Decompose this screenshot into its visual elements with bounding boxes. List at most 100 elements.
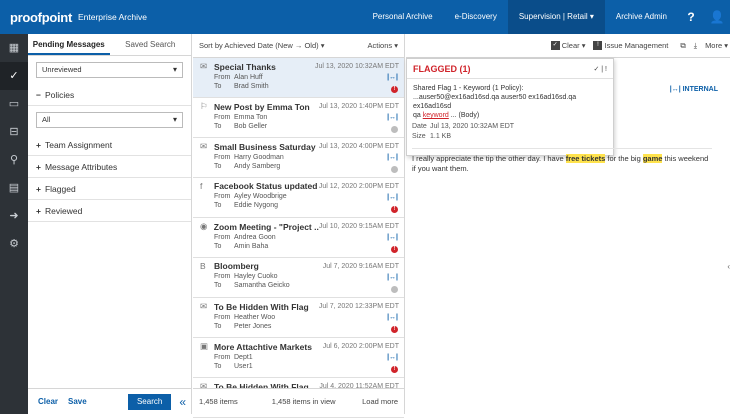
flag-keyword[interactable]: keyword — [423, 112, 449, 119]
alert-icon[interactable]: ! — [605, 66, 607, 73]
load-more-link[interactable]: Load more — [362, 397, 398, 406]
checkbox-icon: ✓ — [550, 41, 560, 51]
grid-icon[interactable]: ▦ — [0, 34, 28, 62]
policy-select[interactable]: All — [36, 112, 183, 128]
clipboard-icon[interactable]: ▤ — [0, 174, 28, 202]
message-row[interactable]: ⚐ New Post by Emma Ton Jul 13, 2020 1:40PM… — [193, 98, 404, 138]
nav-ediscovery[interactable]: e-Discovery — [444, 0, 508, 34]
more-dropdown[interactable]: More ▾ — [705, 41, 728, 50]
inbox-icon[interactable]: ⊟ — [0, 118, 28, 146]
to-label: To — [214, 243, 222, 250]
body-text-1: I really appreciate the tip the other da… — [412, 154, 566, 163]
highlight-term: game — [642, 154, 663, 163]
actions-dropdown[interactable]: Actions ▾ — [368, 41, 398, 50]
to-value: User1 — [234, 363, 253, 370]
clear-dropdown[interactable]: ✓ Clear ▾ — [550, 40, 586, 51]
message-from: From Harry Goodman — [200, 154, 399, 161]
tab-pending-messages[interactable]: Pending Messages — [28, 34, 110, 55]
from-value: Dept1 — [234, 354, 253, 361]
download-icon[interactable]: ⤓ — [694, 41, 697, 51]
message-to: To Bob Geller — [200, 123, 399, 130]
message-date: Jul 7, 2020 9:16AM EDT — [322, 262, 399, 270]
body-text-2: for the big — [605, 154, 643, 163]
issue-management-button[interactable]: ! Issue Management — [593, 41, 668, 51]
to-label: To — [214, 83, 222, 90]
help-icon[interactable]: ? — [678, 10, 704, 24]
status-dot: ! — [391, 246, 398, 253]
items-in-view: 1,458 items in view — [271, 397, 336, 406]
from-label: From — [214, 193, 231, 200]
nav-supervision[interactable]: Supervision | Retail ▾ — [507, 0, 605, 34]
search-button[interactable]: Search — [127, 393, 172, 410]
tab-saved-search[interactable]: Saved Search — [110, 34, 192, 55]
top-bar: proofpoint Enterprise Archive Personal A… — [0, 0, 730, 34]
message-row[interactable]: ◉ Zoom Meeting - "Project ... Jul 10, 2020… — [193, 218, 404, 258]
copy-icon[interactable]: ⧉ — [680, 41, 685, 51]
nav-personal-archive[interactable]: Personal Archive — [362, 0, 444, 34]
nav-archive-admin[interactable]: Archive Admin — [605, 0, 678, 34]
to-label: To — [214, 123, 222, 130]
message-to: To Amin Baha — [200, 243, 399, 250]
message-row[interactable]: ✉ Special Thanks Jul 13, 2020 10:32AM EDT F… — [193, 58, 404, 98]
flagged-section[interactable]: + Flagged — [28, 178, 191, 200]
flagged-header: FLAGGED (1) ✓ | ! — [407, 59, 613, 79]
message-date: Jul 13, 2020 1:40PM EDT — [318, 103, 399, 110]
message-list-panel: Sort by Achieved Date (New → Old) ▾ Acti… — [193, 34, 405, 418]
items-count: 1,458 items — [199, 397, 238, 406]
from-label: From — [214, 314, 231, 321]
message-to: To Andy Samberg — [200, 163, 399, 170]
gear-icon[interactable]: ⚙ — [0, 230, 28, 258]
from-label: From — [214, 114, 231, 121]
message-subject: New Post by Emma Ton — [214, 101, 310, 112]
list-footer: 1,458 items 1,458 items in view Load mor… — [193, 388, 404, 414]
internal-icon: |↔| — [387, 154, 398, 161]
status-dot — [391, 126, 398, 133]
message-meta: Date Jul 13, 2020 10:32AM EDT Size 1.1 KB — [412, 122, 514, 142]
status-dot — [391, 166, 398, 173]
checkbox-icon[interactable]: ✓ — [593, 66, 599, 73]
user-icon[interactable]: 👤 — [704, 10, 730, 24]
message-row[interactable]: ✉ Small Business Saturday Jul 13, 2020 4:0… — [193, 138, 404, 178]
status-dot — [391, 286, 398, 293]
flag-line-3: qa keyword ... (Body) — [413, 111, 607, 120]
team-assignment-section[interactable]: + Team Assignment — [28, 134, 191, 156]
message-to: To Peter Jones — [200, 323, 399, 330]
message-date: Jul 13, 2020 4:00PM EDT — [318, 143, 399, 150]
to-value: Eddie Nygong — [234, 202, 278, 209]
highlight-term: free tickets — [565, 154, 606, 163]
search-icon[interactable]: ⚲ — [0, 146, 28, 174]
filter-panel: Pending Messages Saved Search Unreviewed… — [28, 34, 192, 414]
app-title: Enterprise Archive — [77, 12, 147, 22]
from-label: From — [214, 273, 231, 280]
calendar-icon[interactable]: ▭ — [0, 90, 28, 118]
clear-label: Clear ▾ — [561, 40, 586, 50]
message-row[interactable]: ✉ To Be Hidden With Flag Jul 7, 2020 12:33… — [193, 298, 404, 338]
message-row[interactable]: f Facebook Status updated Jul 12, 2020 2:0… — [193, 178, 404, 218]
export-icon[interactable]: ➜ — [0, 202, 28, 230]
message-type-icon: ◉ — [200, 221, 208, 231]
check-icon[interactable]: ✓ — [0, 62, 28, 90]
message-from: From Heather Woo — [200, 314, 399, 321]
policies-section[interactable]: − Policies — [28, 84, 191, 106]
message-row[interactable]: ▣ More Attachtive Markets Jul 6, 2020 2:00… — [193, 338, 404, 378]
brand-logo[interactable]: proofpoint — [10, 10, 72, 25]
message-attributes-section[interactable]: + Message Attributes — [28, 156, 191, 178]
internal-badge: |↔| INTERNAL — [669, 86, 718, 93]
save-link[interactable]: Save — [68, 397, 87, 406]
message-to: To Samantha Geicko — [200, 282, 399, 289]
collapse-icon[interactable]: « — [179, 395, 186, 409]
sort-dropdown[interactable]: Sort by Achieved Date (New → Old) ▾ — [199, 41, 324, 50]
from-value: Hayley Cuoko — [234, 273, 278, 280]
flag-actions: ✓ | ! — [593, 65, 607, 73]
clear-link[interactable]: Clear — [38, 397, 58, 406]
message-date: Jul 12, 2020 2:00PM EDT — [318, 182, 399, 190]
status-select[interactable]: Unreviewed — [36, 62, 183, 78]
from-label: From — [214, 74, 231, 81]
from-value: Harry Goodman — [234, 154, 284, 161]
internal-icon: |↔| — [387, 274, 398, 281]
top-nav: Personal Archive e-Discovery Supervision… — [362, 0, 730, 34]
message-attributes-label: Message Attributes — [44, 162, 118, 172]
reviewed-section[interactable]: + Reviewed — [28, 200, 191, 222]
from-value: Ayley Woodbrige — [234, 193, 287, 200]
message-row[interactable]: B Bloomberg Jul 7, 2020 9:16AM EDT From Hayl… — [193, 258, 404, 298]
